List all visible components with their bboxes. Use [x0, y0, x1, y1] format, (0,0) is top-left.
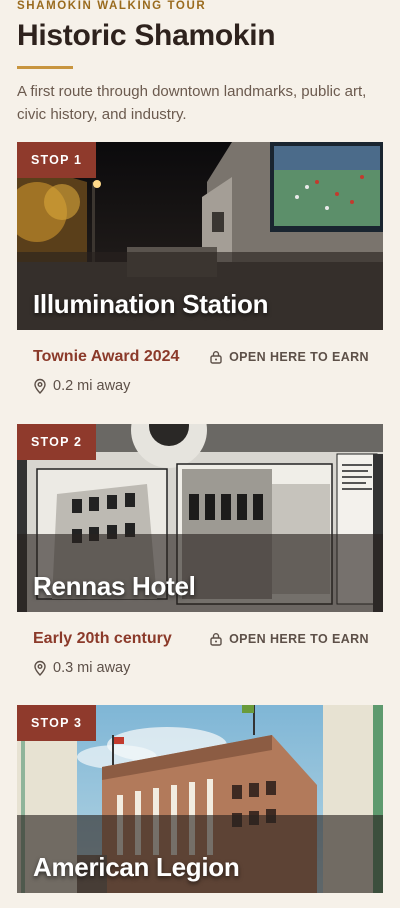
stop-meta: Early 20th century OPEN HERE TO EARN 0.3…	[17, 612, 383, 694]
stop-name: American Legion	[33, 852, 240, 882]
stop-subtitle: Early 20th century	[33, 630, 172, 647]
page-title: Historic Shamokin	[17, 19, 276, 52]
eyebrow-label: SHAMOKIN WALKING TOUR	[17, 0, 207, 12]
stop-card[interactable]: STOP 3 American Legion	[17, 705, 383, 893]
stop-card[interactable]: STOP 1 Illumination Station Townie Award…	[17, 142, 383, 412]
stop-number-badge: STOP 2	[17, 424, 97, 460]
location-pin-icon	[34, 378, 46, 394]
stop-distance: 0.2 mi away	[33, 378, 130, 394]
location-pin-icon	[34, 660, 46, 676]
open-to-earn-label: OPEN HERE TO EARN	[229, 632, 369, 646]
lock-icon	[210, 351, 222, 364]
stop-photo[interactable]: STOP 3 American Legion	[17, 705, 383, 893]
stop-photo[interactable]: STOP 2 Rennas Hotel	[17, 424, 383, 612]
title-divider	[17, 66, 73, 69]
lock-icon	[210, 633, 222, 646]
stop-photo[interactable]: STOP 1 Illumination Station	[17, 142, 383, 330]
open-to-earn-button[interactable]: OPEN HERE TO EARN	[209, 632, 369, 646]
stop-meta: Townie Award 2024 OPEN HERE TO EARN 0.2 …	[17, 330, 383, 412]
stop-subtitle: Townie Award 2024	[33, 348, 180, 365]
open-to-earn-button[interactable]: OPEN HERE TO EARN	[209, 350, 369, 364]
intro-text: A first route through downtown landmarks…	[17, 83, 367, 123]
stop-number-badge: STOP 3	[17, 705, 97, 741]
stop-card[interactable]: STOP 2 Rennas Hotel Early 20th century O…	[17, 424, 383, 694]
page-header: SHAMOKIN WALKING TOUR Historic Shamokin …	[0, 0, 400, 126]
distance-text: 0.3 mi away	[53, 660, 131, 676]
distance-text: 0.2 mi away	[53, 378, 131, 394]
stop-number-badge: STOP 1	[17, 142, 97, 178]
stop-name: Rennas Hotel	[33, 571, 196, 601]
stop-name: Illumination Station	[33, 289, 269, 319]
stop-distance: 0.3 mi away	[33, 660, 130, 676]
open-to-earn-label: OPEN HERE TO EARN	[229, 350, 369, 364]
